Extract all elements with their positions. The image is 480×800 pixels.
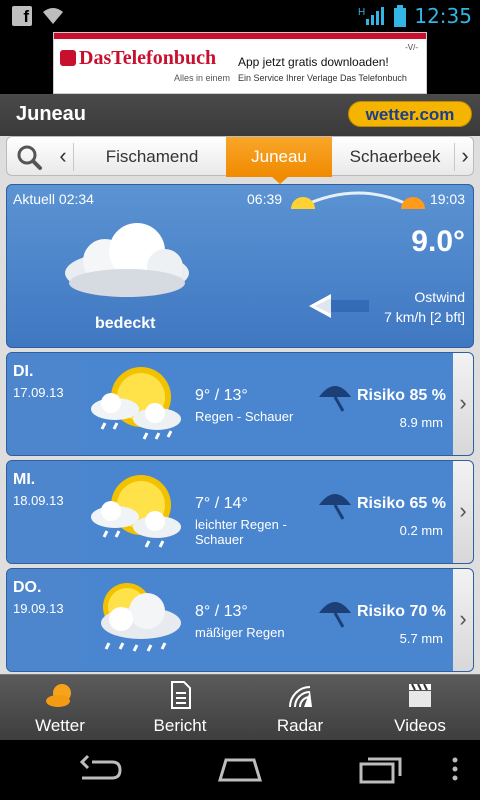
network-type-text: H (358, 7, 365, 18)
ad-logo: DasTelefonbuch (60, 47, 216, 70)
current-temperature: 9.0° (411, 225, 465, 258)
main-content: ‹ Fischamend Juneau Schaerbeek › Aktuell… (0, 136, 480, 674)
city-selector: ‹ Fischamend Juneau Schaerbeek › (6, 136, 475, 177)
tab-juneau[interactable]: Juneau (226, 137, 332, 177)
recent-apps-icon[interactable] (358, 754, 404, 784)
facebook-notification-icon: f (12, 6, 32, 26)
sunrise-time: 06:39 (247, 191, 283, 207)
forecast-day-row[interactable]: MI. 18.09.13 7° / 14° leichter Regen - S… (6, 460, 474, 564)
rain-risk: Risiko 65 % (357, 495, 446, 512)
wind-direction: Ostwind (414, 289, 465, 305)
sun-light-rain-icon (91, 475, 181, 548)
sun-arc-icon (291, 191, 425, 209)
forecast-day-row[interactable]: DI. 17.09.13 9° / 13° Regen - Schauer Ri… (6, 352, 474, 456)
umbrella-icon (319, 494, 351, 520)
day-name: DI. (13, 363, 34, 380)
ad-slogan: Alles in einem (174, 73, 231, 83)
sun-rain-showers-icon (91, 367, 181, 440)
current-weather-panel[interactable]: Aktuell 02:34 06:39 19:03 bedeckt 9.0° O… (6, 184, 474, 348)
status-right: H 12:35 (358, 0, 472, 32)
status-time: 12:35 (414, 4, 472, 28)
sunset-time: 19:03 (429, 191, 465, 207)
day-description: Regen - Schauer (195, 409, 294, 424)
document-icon (171, 681, 191, 709)
page-title: Juneau (16, 103, 87, 125)
search-icon[interactable] (13, 143, 49, 171)
signal-icon: H (358, 7, 385, 25)
wifi-icon (43, 8, 63, 24)
rain-risk: Risiko 70 % (357, 603, 446, 620)
tab-radar[interactable]: Radar (240, 675, 360, 741)
telefonbuch-logo-icon (60, 50, 76, 66)
ad-tag: -V/- (405, 43, 418, 52)
chevron-right-icon[interactable]: › (453, 461, 473, 563)
ad-topline (54, 33, 426, 39)
day-description: mäßiger Regen (195, 625, 285, 640)
tab-schaerbeek[interactable]: Schaerbeek (335, 137, 455, 177)
chevron-right-icon[interactable]: › (453, 353, 473, 455)
tab-bericht[interactable]: Bericht (120, 675, 240, 741)
battery-icon (394, 5, 407, 27)
system-nav-bar (0, 740, 480, 800)
ad-banner[interactable]: DasTelefonbuch -V/- App jetzt gratis dow… (53, 32, 427, 94)
tab-fischamend[interactable]: Fischamend (77, 137, 227, 177)
day-name: DO. (13, 579, 42, 596)
next-city-button[interactable]: › (455, 137, 475, 177)
day-temperatures: 7° / 14° (195, 495, 248, 512)
tab-label: Wetter (35, 716, 85, 735)
day-name: MI. (13, 471, 36, 488)
umbrella-icon (319, 602, 351, 628)
rain-amount: 5.7 mm (399, 631, 443, 646)
cloudy-rain-icon (101, 583, 181, 652)
overcast-cloud-icon (65, 223, 189, 297)
weather-icon (46, 684, 71, 707)
wind-arrow-icon (309, 294, 369, 318)
day-date: 19.09.13 (13, 601, 64, 616)
rain-amount: 8.9 mm (399, 415, 443, 430)
radar-icon (289, 686, 312, 708)
tab-wetter[interactable]: Wetter (0, 675, 120, 741)
rain-amount: 0.2 mm (399, 523, 443, 538)
current-condition: bedeckt (95, 315, 156, 332)
day-temperatures: 9° / 13° (195, 387, 248, 404)
divider (73, 143, 74, 171)
overflow-menu-icon[interactable] (450, 754, 460, 784)
active-tab-pointer (271, 176, 289, 184)
forecast-day-row[interactable]: DO. 19.09.13 8° / 13° mäßiger Regen Risi… (6, 568, 474, 672)
app-header: Juneau wetter.com (0, 94, 480, 136)
phone-screen: f H 12:35 DasTelefonbuch -V/- App jetzt … (0, 0, 480, 800)
tab-label: Bericht (153, 716, 207, 735)
wetter-com-logo[interactable]: wetter.com (348, 101, 472, 127)
current-time-label: Aktuell 02:34 (13, 191, 94, 207)
ad-headline: App jetzt gratis downloaden! (238, 55, 389, 69)
prev-city-button[interactable]: ‹ (53, 137, 73, 177)
tab-label: Radar (276, 716, 324, 735)
ad-logo-text: DasTelefonbuch (79, 47, 217, 69)
bottom-tab-bar: Wetter Bericht Radar Videos (0, 674, 480, 740)
ad-subline: Ein Service Ihrer Verlage Das Telefonbuc… (238, 73, 407, 83)
umbrella-icon (319, 386, 351, 412)
day-date: 18.09.13 (13, 493, 64, 508)
clapperboard-icon (409, 683, 431, 707)
rain-risk: Risiko 85 % (357, 387, 446, 404)
tab-label: Videos (394, 716, 446, 735)
home-icon[interactable] (216, 754, 264, 784)
day-description: leichter Regen - Schauer (195, 517, 287, 547)
chevron-right-icon[interactable]: › (453, 569, 473, 671)
day-date: 17.09.13 (13, 385, 64, 400)
tab-videos[interactable]: Videos (360, 675, 480, 741)
wind-speed: 7 km/h [2 bft] (384, 309, 465, 325)
status-bar: f H 12:35 (0, 0, 480, 32)
day-temperatures: 8° / 13° (195, 603, 248, 620)
back-icon[interactable] (78, 754, 122, 784)
